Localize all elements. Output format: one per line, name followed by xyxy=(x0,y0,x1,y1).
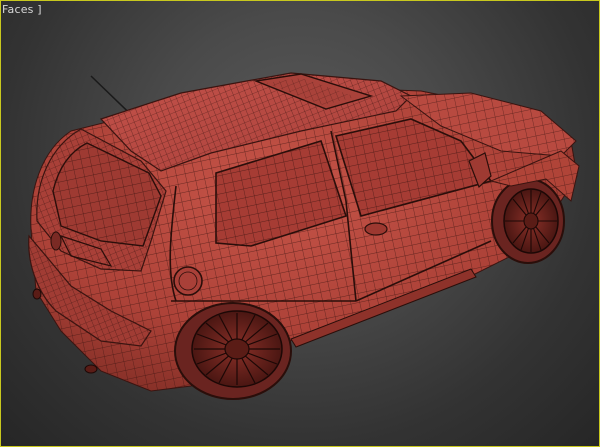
fuel-cap xyxy=(173,266,203,296)
rear-badge xyxy=(50,231,62,251)
rear-wheel[interactable] xyxy=(174,302,292,400)
car-wireframe-model[interactable] xyxy=(1,1,599,446)
front-wheel[interactable] xyxy=(491,178,565,264)
exhaust xyxy=(84,364,98,374)
perspective-viewport[interactable]: Faces ] xyxy=(0,0,600,447)
door-handle xyxy=(364,222,388,236)
